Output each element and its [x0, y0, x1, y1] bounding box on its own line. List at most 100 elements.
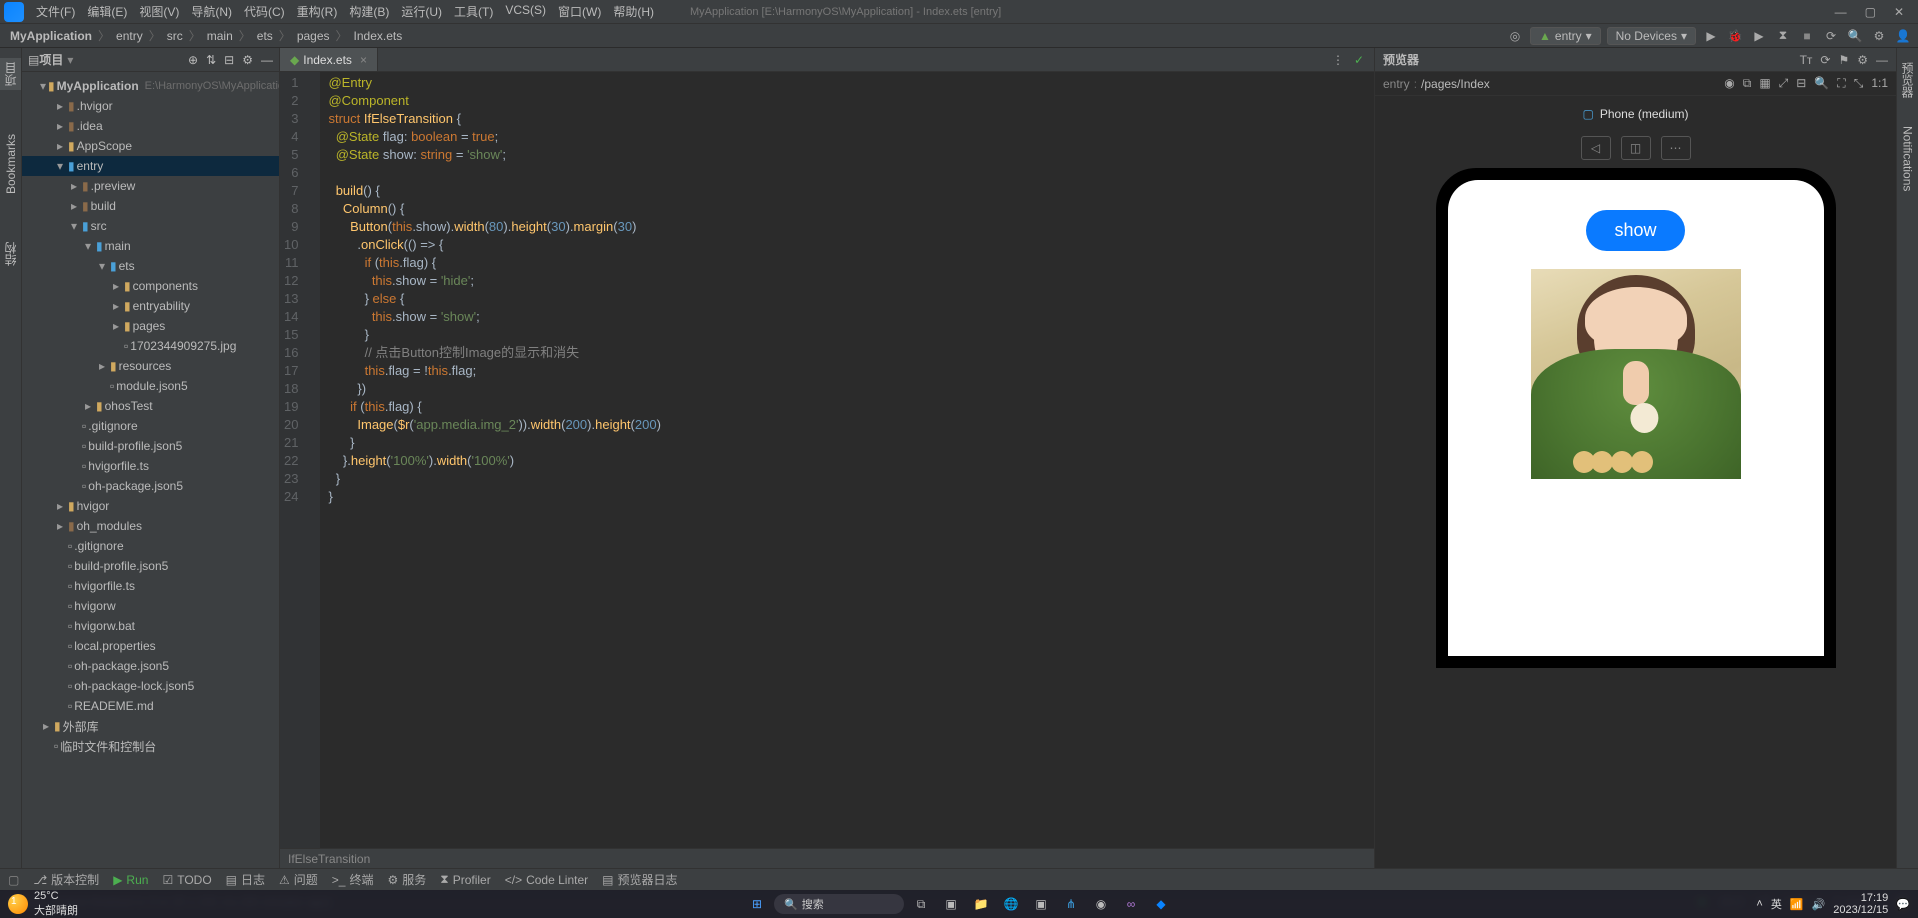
terminal-icon[interactable]: ▣ — [1028, 893, 1054, 915]
breadcrumb[interactable]: src — [163, 29, 187, 43]
nav-more-button[interactable]: ⋯ — [1661, 136, 1691, 160]
bottom-toggle-icon[interactable]: ▢ — [8, 873, 19, 887]
code-editor[interactable]: @Entry@Componentstruct IfElseTransition … — [320, 72, 668, 848]
tree-row[interactable]: ▫module.json5 — [22, 376, 279, 396]
maximize-icon[interactable]: ▢ — [1865, 5, 1876, 19]
nav-split-button[interactable]: ◫ — [1621, 136, 1651, 160]
coverage-button[interactable]: ▶ — [1750, 27, 1768, 45]
tree-row[interactable]: ▫hvigorfile.ts — [22, 456, 279, 476]
tree-row[interactable]: ▸▮ohosTest — [22, 396, 279, 416]
explorer-icon[interactable]: 📁 — [968, 893, 994, 915]
tree-row[interactable]: ▫oh-package-lock.json5 — [22, 676, 279, 696]
avatar-icon[interactable]: 👤 — [1894, 27, 1912, 45]
bottom-tab[interactable]: </>Code Linter — [505, 871, 588, 888]
tree-row[interactable]: ▾▮MyApplicationE:\HarmonyOS\MyApplicatio… — [22, 76, 279, 96]
tree-row[interactable]: ▸▮外部库 — [22, 716, 279, 736]
inspect-icon[interactable]: ◉ — [1724, 76, 1734, 91]
left-tab-structure[interactable]: 结构 — [0, 238, 21, 270]
left-tab-bookmarks[interactable]: Bookmarks — [2, 130, 20, 198]
font-icon[interactable]: Tт — [1800, 53, 1813, 67]
tree-row[interactable]: ▸▮.hvigor — [22, 96, 279, 116]
expand-icon[interactable]: ▸ — [68, 179, 80, 193]
expand-icon[interactable]: ▾ — [96, 259, 108, 273]
grid-icon[interactable]: ▦ — [1759, 76, 1770, 91]
rotate-icon[interactable]: ⤢ — [1779, 76, 1789, 91]
menu-item[interactable]: 导航(N) — [185, 3, 238, 20]
right-tab-previewer[interactable]: 预览器 — [1897, 58, 1918, 102]
tree-row[interactable]: ▸▮resources — [22, 356, 279, 376]
tree-row[interactable]: ▸▮oh_modules — [22, 516, 279, 536]
layers-icon[interactable]: ⧉ — [1743, 76, 1752, 91]
tree-row[interactable]: ▾▮main — [22, 236, 279, 256]
tree-row[interactable]: ▸▮components — [22, 276, 279, 296]
debug-button[interactable]: 🐞 — [1726, 27, 1744, 45]
edge-icon[interactable]: 🌐 — [998, 893, 1024, 915]
tree-row[interactable]: ▫hvigorfile.ts — [22, 576, 279, 596]
tree-row[interactable]: ▸▮build — [22, 196, 279, 216]
taskbar-search[interactable]: 🔍 搜索 — [774, 894, 904, 914]
tray-expand-icon[interactable]: ˄ — [1756, 898, 1762, 910]
fullscreen-icon[interactable]: ⛶ — [1837, 76, 1845, 91]
chrome-icon[interactable]: ◉ — [1088, 893, 1114, 915]
target-icon[interactable]: ◎ — [1506, 27, 1524, 45]
tree-row[interactable]: ▸▮AppScope — [22, 136, 279, 156]
expand-icon[interactable]: ▾ — [82, 239, 94, 253]
device-selector[interactable]: No Devices ▾ — [1607, 27, 1696, 45]
breadcrumb[interactable]: ets — [253, 29, 277, 43]
refresh-icon[interactable]: ⟳ — [1820, 53, 1830, 67]
vscode-icon[interactable]: ⋔ — [1058, 893, 1084, 915]
menu-item[interactable]: 窗口(W) — [552, 3, 607, 20]
expand-icon[interactable]: ▸ — [68, 199, 80, 213]
menu-item[interactable]: 帮助(H) — [607, 3, 660, 20]
collapse-all-icon[interactable]: ⊟ — [224, 53, 234, 67]
device-chip[interactable]: ▢ Phone (medium) — [1582, 107, 1688, 121]
profiler-button[interactable]: ⧗ — [1774, 27, 1792, 45]
menu-item[interactable]: 视图(V) — [133, 3, 185, 20]
tree-row[interactable]: ▫build-profile.json5 — [22, 556, 279, 576]
settings-icon[interactable]: ⚙ — [1870, 27, 1888, 45]
zoom-out-icon[interactable]: ⊟ — [1796, 76, 1806, 91]
start-button[interactable]: ⊞ — [744, 893, 770, 915]
wifi-icon[interactable]: 📶 — [1790, 898, 1804, 911]
breadcrumb[interactable]: entry — [112, 29, 147, 43]
tree-row[interactable]: ▸▮.idea — [22, 116, 279, 136]
menu-item[interactable]: 重构(R) — [291, 3, 344, 20]
zoom-icon[interactable]: 🔍 — [1814, 76, 1829, 91]
tree-row[interactable]: ▫.gitignore — [22, 536, 279, 556]
notifications-icon[interactable]: 💬 — [1896, 898, 1910, 911]
expand-icon[interactable]: ▸ — [54, 519, 66, 533]
run-button[interactable]: ▶ — [1702, 27, 1720, 45]
deveco-icon[interactable]: ◆ — [1148, 893, 1174, 915]
tree-row[interactable]: ▫oh-package.json5 — [22, 656, 279, 676]
bottom-tab[interactable]: ▤预览器日志 — [602, 871, 677, 888]
stop-button[interactable]: ■ — [1798, 27, 1816, 45]
tree-row[interactable]: ▸▮.preview — [22, 176, 279, 196]
ime-indicator[interactable]: 英 — [1771, 896, 1782, 912]
vs-icon[interactable]: ∞ — [1118, 893, 1144, 915]
gear-icon[interactable]: ⚙ — [1857, 53, 1868, 67]
expand-icon[interactable]: ▸ — [54, 119, 66, 133]
tree-row[interactable]: ▫hvigorw — [22, 596, 279, 616]
tree-row[interactable]: ▸▮pages — [22, 316, 279, 336]
preview-show-button[interactable]: show — [1586, 210, 1684, 251]
menu-item[interactable]: 运行(U) — [395, 3, 448, 20]
menu-item[interactable]: VCS(S) — [499, 3, 552, 20]
bottom-tab[interactable]: ▤日志 — [226, 871, 265, 888]
tree-row[interactable]: ▫local.properties — [22, 636, 279, 656]
hide-icon[interactable]: — — [261, 53, 273, 67]
tree-row[interactable]: ▫1702344909275.jpg — [22, 336, 279, 356]
bottom-tab[interactable]: ▶Run — [113, 871, 148, 888]
expand-icon[interactable]: ⤡ — [1854, 76, 1864, 91]
breadcrumb[interactable]: MyApplication — [6, 29, 96, 43]
tree-row[interactable]: ▫READEME.md — [22, 696, 279, 716]
editor-tabs-more-icon[interactable]: ⋮ — [1322, 53, 1354, 67]
pin-icon[interactable]: ⚑ — [1838, 53, 1849, 67]
menu-item[interactable]: 编辑(E) — [81, 3, 133, 20]
expand-icon[interactable]: ▸ — [110, 279, 122, 293]
nav-back-button[interactable]: ◁ — [1581, 136, 1611, 160]
expand-icon[interactable]: ▾ — [54, 159, 66, 173]
volume-icon[interactable]: 🔊 — [1812, 898, 1826, 911]
one-to-one-icon[interactable]: 1:1 — [1871, 76, 1888, 91]
tree-row[interactable]: ▫临时文件和控制台 — [22, 736, 279, 756]
tree-row[interactable]: ▾▮src — [22, 216, 279, 236]
